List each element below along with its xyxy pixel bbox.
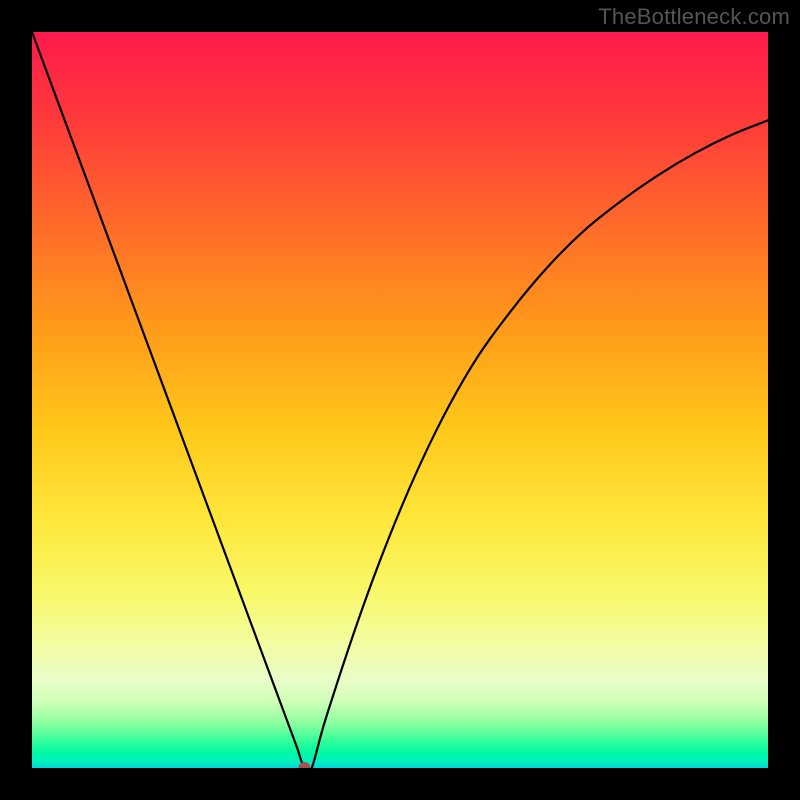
plot-area bbox=[32, 32, 768, 768]
bottleneck-curve bbox=[32, 32, 768, 768]
watermark-text: TheBottleneck.com bbox=[598, 4, 790, 30]
curve-path bbox=[32, 32, 768, 768]
chart-frame: TheBottleneck.com bbox=[0, 0, 800, 800]
min-marker bbox=[298, 762, 310, 768]
